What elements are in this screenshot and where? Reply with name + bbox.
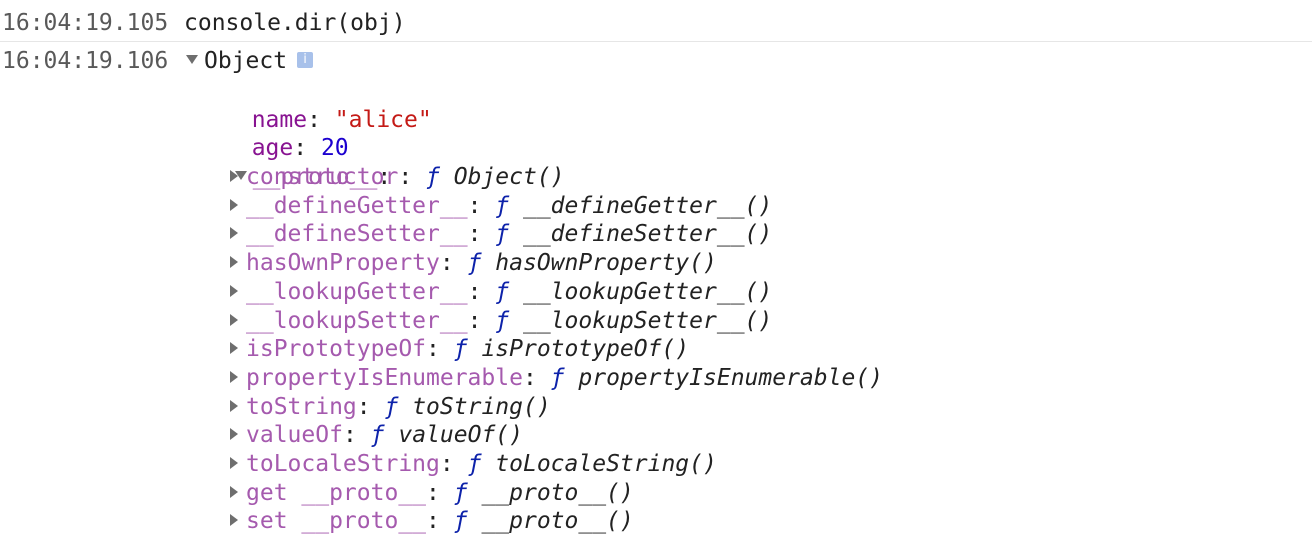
- function-symbol: ƒ: [495, 279, 510, 305]
- function-name: __proto__(): [481, 480, 634, 506]
- proto-entry-key: isPrototypeOf: [246, 336, 427, 362]
- command-text: console.dir(obj): [184, 10, 406, 36]
- console-result-row: 16:04:19.106 Object i: [0, 47, 314, 76]
- collapsed-triangle-icon[interactable]: [230, 370, 238, 383]
- colon-separator: :: [398, 164, 427, 190]
- proto-entry-row[interactable]: get __proto__: ƒ __proto__(): [230, 479, 634, 508]
- collapsed-triangle-icon[interactable]: [230, 427, 238, 440]
- expanded-triangle-icon[interactable]: [186, 55, 198, 64]
- function-name: __defineSetter__(): [522, 221, 773, 247]
- function-symbol: ƒ: [550, 365, 565, 391]
- proto-entry-key: constructor: [246, 164, 399, 190]
- colon-separator: :: [467, 308, 496, 334]
- proto-entry-row[interactable]: toString: ƒ toString(): [230, 393, 551, 422]
- proto-entry-key: __lookupSetter__: [246, 308, 468, 334]
- proto-entry-row[interactable]: constructor: ƒ Object(): [230, 163, 565, 192]
- collapsed-triangle-icon[interactable]: [230, 485, 238, 498]
- colon-separator: :: [426, 336, 454, 362]
- proto-entry-key: set __proto__: [246, 508, 427, 534]
- proto-entry-row[interactable]: propertyIsEnumerable: ƒ propertyIsEnumer…: [230, 364, 883, 393]
- command-timestamp: 16:04:19.105: [2, 10, 169, 36]
- colon-separator: :: [426, 508, 454, 534]
- property-row: age: 20: [251, 135, 349, 161]
- colon-separator: :: [439, 451, 468, 477]
- collapsed-triangle-icon[interactable]: [230, 284, 238, 297]
- proto-entry-row[interactable]: toLocaleString: ƒ toLocaleString(): [230, 450, 717, 479]
- console-divider: [0, 41, 1312, 42]
- function-name: hasOwnProperty(): [495, 250, 717, 276]
- proto-entry-row[interactable]: __defineSetter__: ƒ __defineSetter__(): [230, 220, 772, 249]
- collapsed-triangle-icon[interactable]: [230, 255, 238, 268]
- colon-separator: :: [342, 422, 371, 448]
- proto-entry-row[interactable]: set __proto__: ƒ __proto__(): [230, 507, 634, 536]
- proto-entry-key: get __proto__: [246, 480, 427, 506]
- colon-separator: :: [522, 365, 551, 391]
- collapsed-triangle-icon[interactable]: [230, 399, 238, 412]
- function-name: __proto__(): [481, 508, 634, 534]
- proto-entry-row[interactable]: __lookupGetter__: ƒ __lookupGetter__(): [230, 278, 772, 307]
- proto-entry-key: valueOf: [246, 422, 343, 448]
- function-name: toLocaleString(): [495, 451, 717, 477]
- function-symbol: ƒ: [370, 422, 385, 448]
- function-symbol: ƒ: [467, 250, 482, 276]
- function-symbol: ƒ: [453, 508, 468, 534]
- colon-separator: :: [467, 193, 496, 219]
- property-value: "alice": [334, 107, 432, 133]
- function-symbol: ƒ: [453, 480, 468, 506]
- colon-separator: :: [467, 279, 496, 305]
- collapsed-triangle-icon[interactable]: [230, 313, 238, 326]
- proto-entry-row[interactable]: hasOwnProperty: ƒ hasOwnProperty(): [230, 249, 717, 278]
- property-row: name: "alice": [251, 107, 432, 133]
- function-name: isPrototypeOf(): [481, 336, 690, 362]
- colon-separator: :: [356, 394, 385, 420]
- colon-separator: :: [426, 480, 454, 506]
- proto-entry-key: propertyIsEnumerable: [246, 365, 523, 391]
- proto-entry-row[interactable]: isPrototypeOf: ƒ isPrototypeOf(): [230, 335, 689, 364]
- console-command-row: 16:04:19.105 console.dir(obj): [0, 9, 406, 38]
- function-name: Object(): [453, 164, 565, 190]
- proto-entry-row[interactable]: __lookupSetter__: ƒ __lookupSetter__(): [230, 307, 772, 336]
- collapsed-triangle-icon[interactable]: [230, 341, 238, 354]
- proto-entry-key: __lookupGetter__: [246, 279, 468, 305]
- proto-entry-row[interactable]: __defineGetter__: ƒ __defineGetter__(): [230, 192, 772, 221]
- collapsed-triangle-icon[interactable]: [230, 226, 238, 239]
- function-name: propertyIsEnumerable(): [578, 365, 884, 391]
- collapsed-triangle-icon[interactable]: [230, 198, 238, 211]
- collapsed-triangle-icon[interactable]: [230, 513, 238, 526]
- proto-entry-key: __defineSetter__: [246, 221, 468, 247]
- info-icon[interactable]: i: [297, 51, 314, 68]
- proto-entry-key: __defineGetter__: [246, 193, 468, 219]
- function-symbol: ƒ: [453, 336, 468, 362]
- proto-entry-key: hasOwnProperty: [246, 250, 440, 276]
- function-symbol: ƒ: [384, 394, 399, 420]
- proto-entry-row[interactable]: valueOf: ƒ valueOf(): [230, 421, 523, 450]
- object-label: Object: [204, 48, 288, 74]
- function-name: valueOf(): [398, 422, 523, 448]
- collapsed-triangle-icon[interactable]: [230, 169, 238, 182]
- function-name: __defineGetter__(): [522, 193, 773, 219]
- function-symbol: ƒ: [426, 164, 440, 190]
- function-name: __lookupSetter__(): [522, 308, 773, 334]
- function-name: __lookupGetter__(): [522, 279, 773, 305]
- function-symbol: ƒ: [495, 308, 510, 334]
- colon-separator: :: [467, 221, 496, 247]
- proto-entry-key: toLocaleString: [246, 451, 440, 477]
- object-toggle[interactable]: Object i: [186, 47, 314, 76]
- collapsed-triangle-icon[interactable]: [230, 456, 238, 469]
- function-symbol: ƒ: [495, 193, 510, 219]
- proto-toggle[interactable]: __proto__:: [207, 134, 391, 190]
- colon-separator: :: [439, 250, 468, 276]
- function-symbol: ƒ: [467, 451, 482, 477]
- function-symbol: ƒ: [495, 221, 510, 247]
- function-name: toString(): [412, 394, 551, 420]
- result-timestamp: 16:04:19.106: [2, 48, 169, 74]
- proto-entry-key: toString: [246, 394, 357, 420]
